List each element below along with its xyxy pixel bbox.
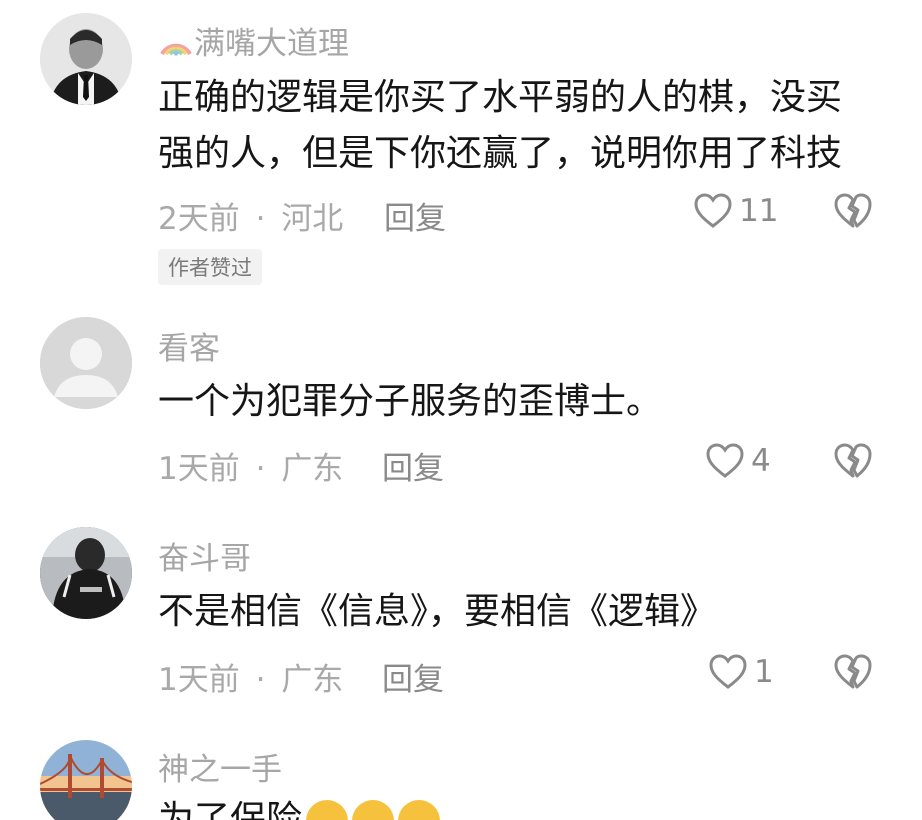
like-button[interactable]: 1 xyxy=(708,653,774,691)
comment-meta: 1天前 · 广东 xyxy=(158,654,343,699)
reply-button[interactable]: 回复 xyxy=(384,193,446,238)
avatar[interactable] xyxy=(40,317,132,409)
comment-text: 正确的逻辑是你买了水平弱的人的棋，没买 强的人，但是下你还赢了，说明你用了科技 xyxy=(158,70,888,182)
comment-meta: 2天前 · 河北 xyxy=(158,193,343,238)
comment-item: 奋斗哥 不是相信《信息》，要相信《逻辑》 1天前 · 广东 回复 1 xyxy=(0,510,922,730)
username[interactable]: 看客 xyxy=(158,323,220,368)
separator: · xyxy=(255,662,266,698)
avatar[interactable] xyxy=(40,740,132,820)
username-text: 满嘴大道理 xyxy=(194,26,349,62)
heart-icon xyxy=(706,443,744,478)
reply-button[interactable]: 回复 xyxy=(382,654,444,699)
dislike-button[interactable] xyxy=(833,192,873,234)
comment-item: 满嘴大道理 正确的逻辑是你买了水平弱的人的棋，没买 强的人，但是下你还赢了，说明… xyxy=(0,0,922,300)
broken-heart-icon xyxy=(834,654,872,689)
separator: · xyxy=(255,451,266,487)
time-text: 1天前 xyxy=(158,451,240,487)
author-liked-badge: 作者赞过 xyxy=(158,249,262,285)
rainbow-icon xyxy=(160,43,192,56)
comment-text: 为了保险 xyxy=(158,792,888,820)
location-text: 河北 xyxy=(281,201,344,237)
avatar[interactable] xyxy=(40,527,132,619)
comment-text: 一个为犯罪分子服务的歪博士。 xyxy=(158,374,888,430)
dislike-button[interactable] xyxy=(833,653,873,695)
comment-text-line: 正确的逻辑是你买了水平弱的人的棋，没买 xyxy=(158,77,843,118)
comment-text-line: 为了保险 xyxy=(158,799,303,820)
heart-icon xyxy=(694,193,732,228)
comment-text-line: 不是相信《信息》，要相信《逻辑》 xyxy=(158,591,717,632)
comment-meta: 1天前 · 广东 xyxy=(158,443,343,488)
separator: · xyxy=(255,201,266,237)
username[interactable]: 满嘴大道理 xyxy=(158,18,349,63)
comment-text: 不是相信《信息》，要相信《逻辑》 xyxy=(158,584,888,640)
comment-text-line: 一个为犯罪分子服务的歪博士。 xyxy=(158,381,663,422)
username[interactable]: 奋斗哥 xyxy=(158,533,251,578)
location-text: 广东 xyxy=(281,451,344,487)
like-count: 1 xyxy=(754,654,774,690)
comment-item: 看客 一个为犯罪分子服务的歪博士。 1天前 · 广东 回复 4 xyxy=(0,300,922,510)
like-button[interactable]: 11 xyxy=(693,192,778,230)
username[interactable]: 神之一手 xyxy=(158,744,282,789)
comment-text-line: 强的人，但是下你还赢了，说明你用了科技 xyxy=(158,133,843,174)
avatar[interactable] xyxy=(40,13,132,105)
dislike-button[interactable] xyxy=(833,442,873,484)
crying-laughing-emoji xyxy=(398,800,441,820)
like-count: 11 xyxy=(739,193,779,229)
broken-heart-icon xyxy=(834,443,872,478)
location-text: 广东 xyxy=(281,662,344,698)
crying-laughing-emoji xyxy=(352,800,395,820)
like-button[interactable]: 4 xyxy=(705,442,771,480)
broken-heart-icon xyxy=(834,193,872,228)
reply-button[interactable]: 回复 xyxy=(382,443,444,488)
like-count: 4 xyxy=(751,443,771,479)
heart-icon xyxy=(709,654,747,689)
time-text: 2天前 xyxy=(158,201,240,237)
crying-laughing-emoji xyxy=(306,800,349,820)
comment-item: 神之一手 为了保险 xyxy=(0,730,922,820)
time-text: 1天前 xyxy=(158,662,240,698)
